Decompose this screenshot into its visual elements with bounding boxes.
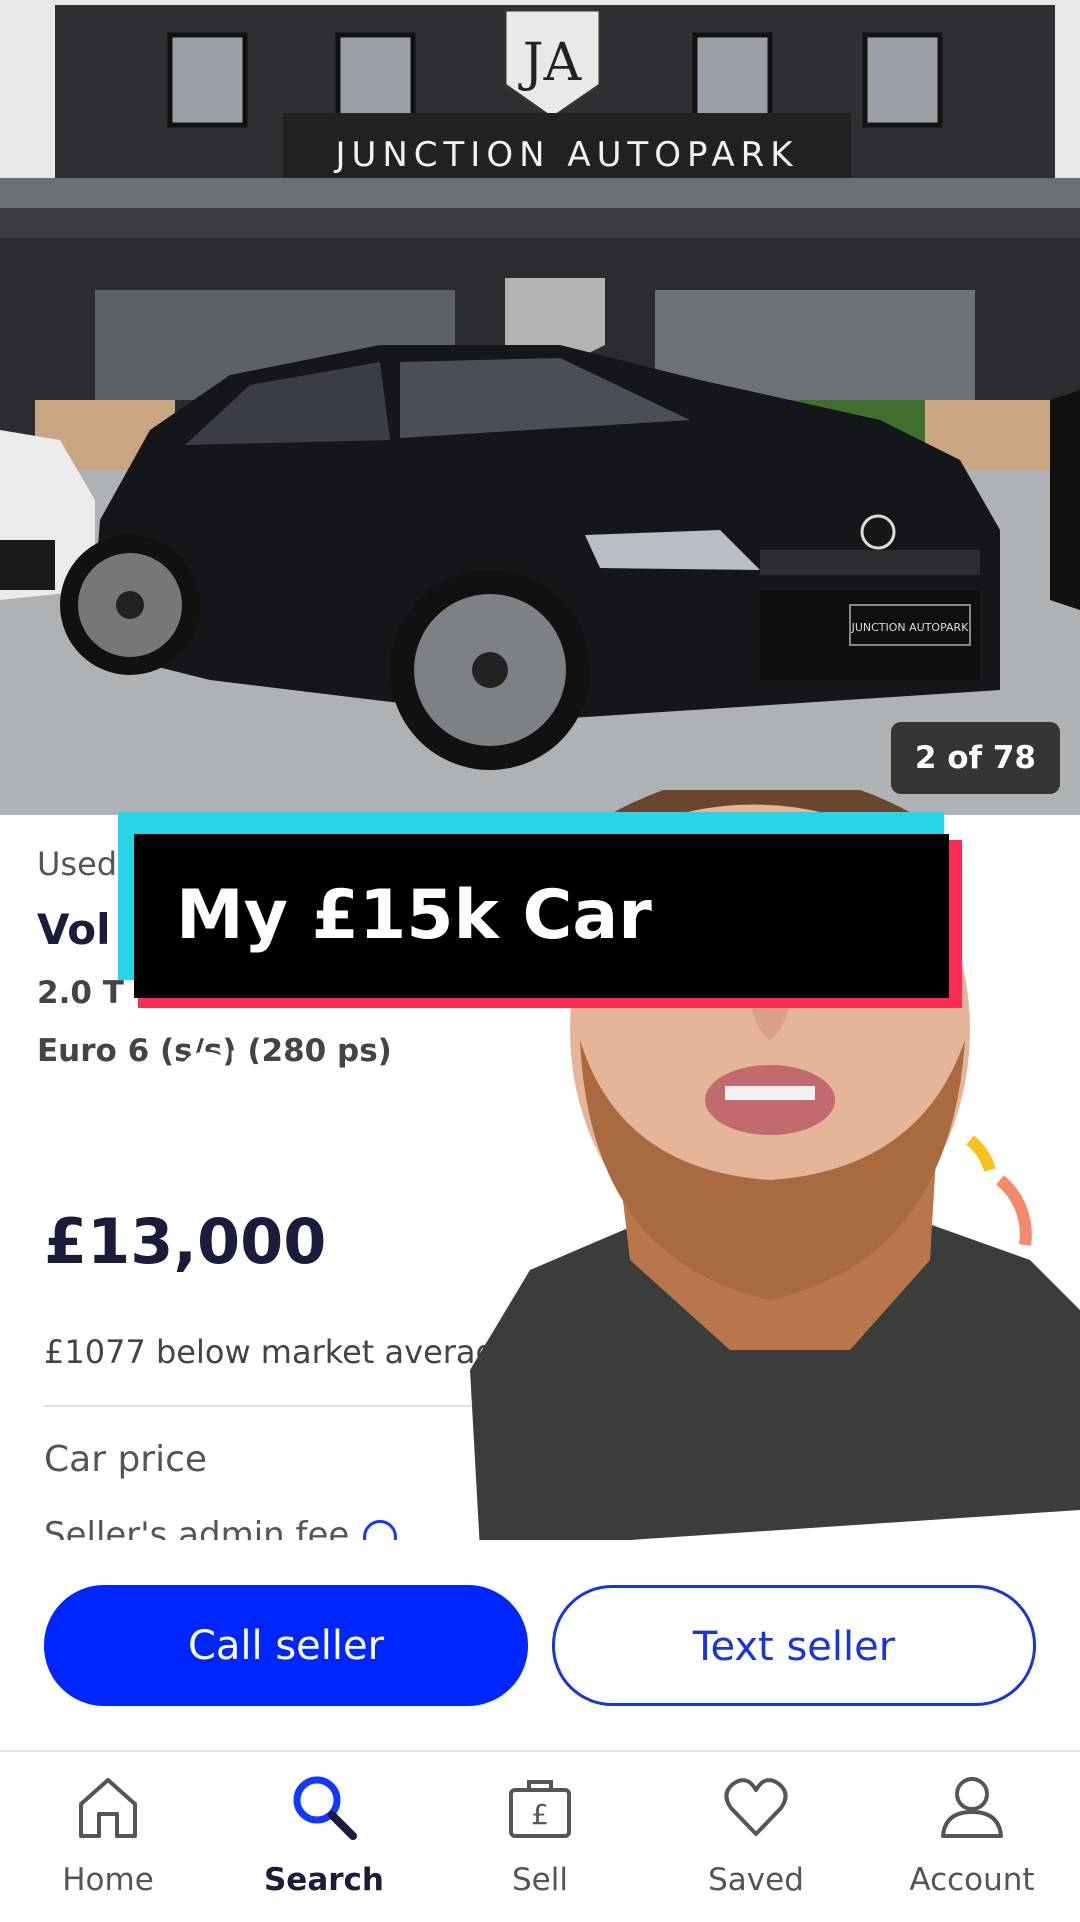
nav-item-account[interactable]: Account <box>864 1752 1080 1922</box>
text-seller-button[interactable]: Text seller <box>552 1585 1036 1706</box>
market-note: £1077 below market average <box>44 1333 516 1371</box>
nav-item-home[interactable]: Home <box>0 1752 216 1922</box>
action-bar: Call seller Text seller <box>0 1540 1080 1748</box>
account-icon <box>941 1777 1003 1838</box>
car-price-label: Car price <box>44 1439 208 1480</box>
call-seller-button[interactable]: Call seller <box>44 1585 528 1706</box>
heart-icon <box>724 1778 788 1836</box>
nav-item-sell[interactable]: £ Sell <box>432 1752 648 1922</box>
nav-item-search[interactable]: Search <box>216 1752 432 1922</box>
listing-title: Vol <box>37 905 111 954</box>
nav-label-search: Search <box>263 1862 384 1898</box>
headline-overlay: My £15k Car Choices <box>118 812 962 1119</box>
plate-text: JUNCTION AUTOPARK <box>851 621 970 634</box>
search-icon <box>293 1776 357 1840</box>
sign-text: JUNCTION AUTOPARK <box>333 135 798 175</box>
admin-fee-row: Seller's admin fee <box>44 1515 398 1540</box>
nav-label-account: Account <box>909 1862 1035 1898</box>
bottom-nav: Home Search £ Sell Saved Account <box>0 1750 1080 1922</box>
nav-label-sell: Sell <box>512 1862 568 1898</box>
logo-text: JA <box>518 33 583 93</box>
price: £13,000 <box>44 1205 327 1278</box>
info-icon[interactable] <box>363 1519 398 1540</box>
nav-label-saved: Saved <box>708 1862 804 1898</box>
home-icon <box>79 1778 137 1838</box>
spec-line-1: 2.0 T <box>37 975 124 1011</box>
car-photo[interactable]: JA JUNCTION AUTOPARK JUNCTION AUTOPARK 2… <box>0 0 1080 815</box>
nav-item-saved[interactable]: Saved <box>648 1752 864 1922</box>
nav-label-home: Home <box>62 1862 154 1898</box>
photo-counter: 2 of 78 <box>890 722 1060 794</box>
sell-icon: £ <box>509 1780 571 1838</box>
svg-text:£: £ <box>531 1798 549 1831</box>
admin-fee-label: Seller's admin fee <box>44 1515 350 1540</box>
headline-text: My £15k Car Choices <box>134 834 949 1119</box>
condition-label: Used <box>37 845 118 883</box>
